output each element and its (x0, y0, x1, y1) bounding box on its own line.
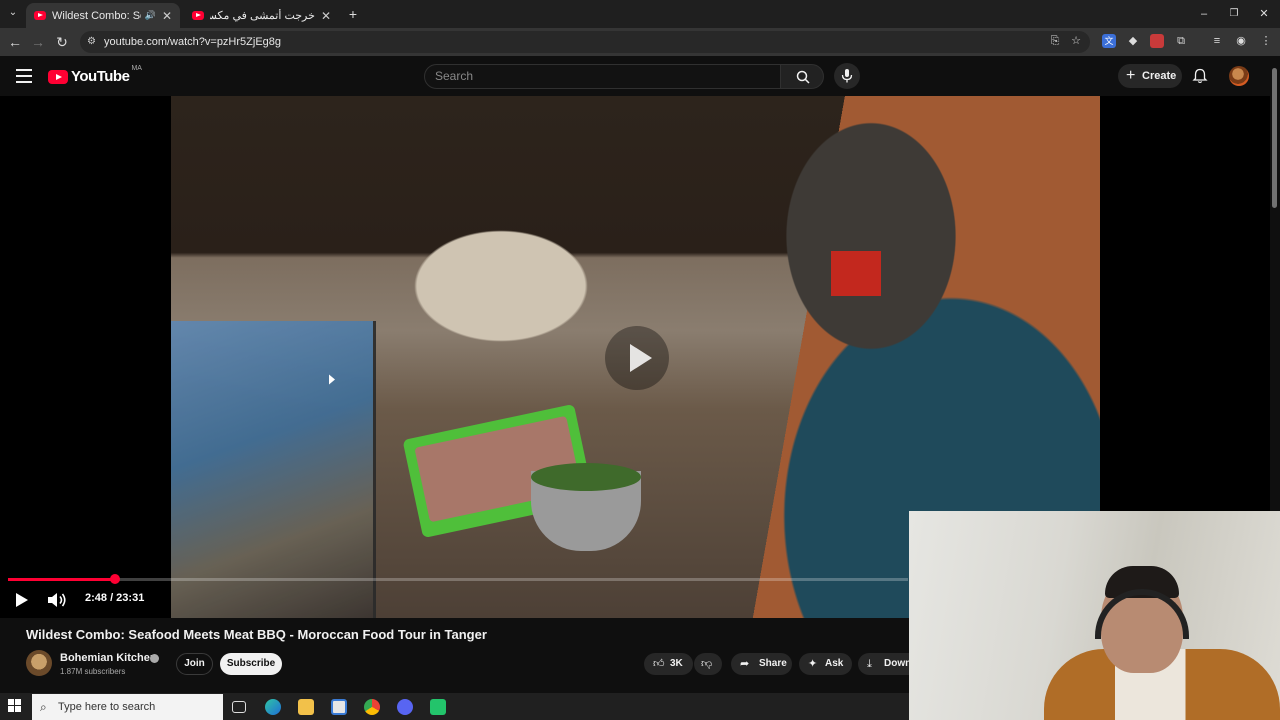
browser-menu-icon[interactable]: ⋮ (1259, 34, 1273, 48)
big-play-icon[interactable] (605, 326, 669, 390)
chrome-browser-icon[interactable] (364, 699, 380, 715)
search-icon: ⌕ (40, 700, 47, 714)
extensions-puzzle-icon[interactable]: ⧉ (1174, 34, 1188, 48)
tab-youtube-video[interactable]: Wildest Combo: Seafood M 🔊 ✕ (26, 3, 180, 28)
download-label: Download (884, 658, 909, 669)
new-tab-button[interactable]: + (344, 5, 362, 23)
ask-button[interactable]: ✦ Ask (799, 653, 852, 675)
thumbs-down-icon: 👎︎ (701, 658, 713, 670)
create-label: Create (1142, 70, 1177, 82)
tab-second-video[interactable]: خرجت أتمشى في مكسيكو... ولعد ✕ (184, 3, 339, 28)
edge-browser-icon[interactable] (265, 699, 281, 715)
speaker-icon[interactable]: 🔊 (145, 10, 156, 21)
close-tab-icon[interactable]: ✕ (321, 9, 331, 23)
video-scene-bowl (531, 463, 641, 551)
progress-bar[interactable] (8, 574, 908, 584)
notifications-bell-icon[interactable] (1192, 68, 1208, 84)
volume-icon[interactable] (47, 592, 67, 608)
subscribe-button[interactable]: Subscribe (220, 653, 282, 675)
url-text: youtube.com/watch?v=pzHr5ZjEg8g (104, 36, 282, 48)
page-scrollbar[interactable] (1270, 56, 1280, 511)
share-arrow-icon: ➦ (740, 658, 750, 670)
like-count: 3K (670, 658, 683, 669)
profile-icon[interactable]: ◉ (1234, 34, 1248, 48)
sparkle-icon: ✦ (808, 658, 818, 670)
reload-icon[interactable]: ↻ (53, 33, 71, 51)
search-icon (796, 70, 810, 84)
like-button[interactable]: 👍︎ 3K (644, 653, 693, 675)
tab-title: Wildest Combo: Seafood M (52, 9, 141, 22)
red-extension-icon[interactable] (1150, 34, 1164, 48)
browser-tab-strip: ⌄ Wildest Combo: Seafood M 🔊 ✕ خرجت أتمش… (0, 0, 1280, 28)
restore-button[interactable]: ❐ (1225, 5, 1243, 23)
tab-title: خرجت أتمشى في مكسيكو... ولعد (210, 10, 315, 22)
bookmark-star-icon[interactable]: ☆ (1069, 34, 1083, 48)
browser-toolbar: ← → ↻ ⚙ youtube.com/watch?v=pzHr5ZjEg8g … (0, 28, 1280, 56)
create-button[interactable]: + Create (1118, 64, 1182, 88)
download-button[interactable]: ⤓ Download (858, 653, 909, 675)
install-app-icon[interactable]: ⎘ (1048, 34, 1062, 48)
taskbar-search-placeholder: Type here to search (58, 701, 156, 713)
back-arrow-icon[interactable]: ← (6, 33, 24, 51)
verified-badge-icon (150, 654, 159, 663)
close-window-button[interactable]: ✕ (1255, 5, 1273, 23)
windows-start-icon[interactable] (8, 699, 22, 713)
scrollbar-thumb[interactable] (1272, 68, 1277, 208)
youtube-logo[interactable]: YouTube MA (48, 65, 142, 85)
taskbar-search-input[interactable]: ⌕ Type here to search (32, 694, 223, 720)
file-explorer-icon[interactable] (298, 699, 314, 715)
thumbs-up-icon: 👍︎ (653, 658, 665, 670)
diamond-extension-icon[interactable]: ◆ (1126, 34, 1140, 48)
forward-arrow-icon[interactable]: → (29, 33, 47, 51)
download-icon: ⤓ (867, 658, 872, 670)
search-input[interactable]: Search (424, 64, 781, 89)
subscriber-count: 1.87M subscribers (60, 667, 126, 676)
play-button-icon[interactable] (14, 592, 30, 608)
microphone-icon (841, 69, 853, 83)
account-avatar[interactable] (1229, 66, 1249, 86)
close-tab-icon[interactable]: ✕ (162, 9, 172, 23)
youtube-play-logo-icon (48, 69, 68, 84)
country-code: MA (131, 65, 142, 72)
webcam-overlay (909, 511, 1280, 720)
video-title: Wildest Combo: Seafood Meets Meat BBQ - … (26, 627, 487, 642)
video-scene-glass-case (171, 321, 376, 618)
windows-taskbar: ⌕ Type here to search (0, 693, 909, 720)
join-button[interactable]: Join (176, 653, 213, 675)
microsoft-store-icon[interactable] (331, 699, 347, 715)
youtube-favicon-icon (192, 11, 204, 20)
video-scene-red-box (831, 251, 881, 296)
share-button[interactable]: ➦ Share (731, 653, 792, 675)
share-label: Share (759, 658, 787, 669)
youtube-favicon-icon (34, 11, 46, 20)
translate-extension-icon[interactable]: 文 (1102, 34, 1116, 48)
search-button[interactable] (780, 64, 824, 89)
plus-icon: + (1126, 67, 1136, 84)
tab-search-button[interactable]: ⌄ (4, 4, 22, 22)
youtube-header: YouTube MA Search + Create (0, 56, 1280, 96)
media-controls-icon[interactable]: ≡ (1210, 34, 1224, 48)
site-info-icon[interactable]: ⚙ (87, 31, 96, 53)
channel-name[interactable]: Bohemian Kitchen (60, 652, 157, 664)
progress-bar-fill (8, 578, 116, 581)
time-display: 2:48 / 23:31 (85, 592, 145, 604)
address-bar[interactable]: ⚙ youtube.com/watch?v=pzHr5ZjEg8g (80, 31, 1090, 53)
ask-label: Ask (825, 658, 844, 669)
discord-icon[interactable] (397, 699, 413, 715)
hamburger-menu-icon[interactable] (16, 69, 32, 83)
dislike-button[interactable]: 👎︎ (694, 653, 722, 675)
channel-avatar[interactable] (26, 650, 52, 676)
task-view-icon[interactable] (232, 701, 246, 713)
green-app-icon[interactable] (430, 699, 446, 715)
youtube-wordmark: YouTube (71, 68, 130, 85)
minimize-button[interactable]: – (1195, 5, 1213, 23)
voice-search-button[interactable] (834, 63, 860, 89)
